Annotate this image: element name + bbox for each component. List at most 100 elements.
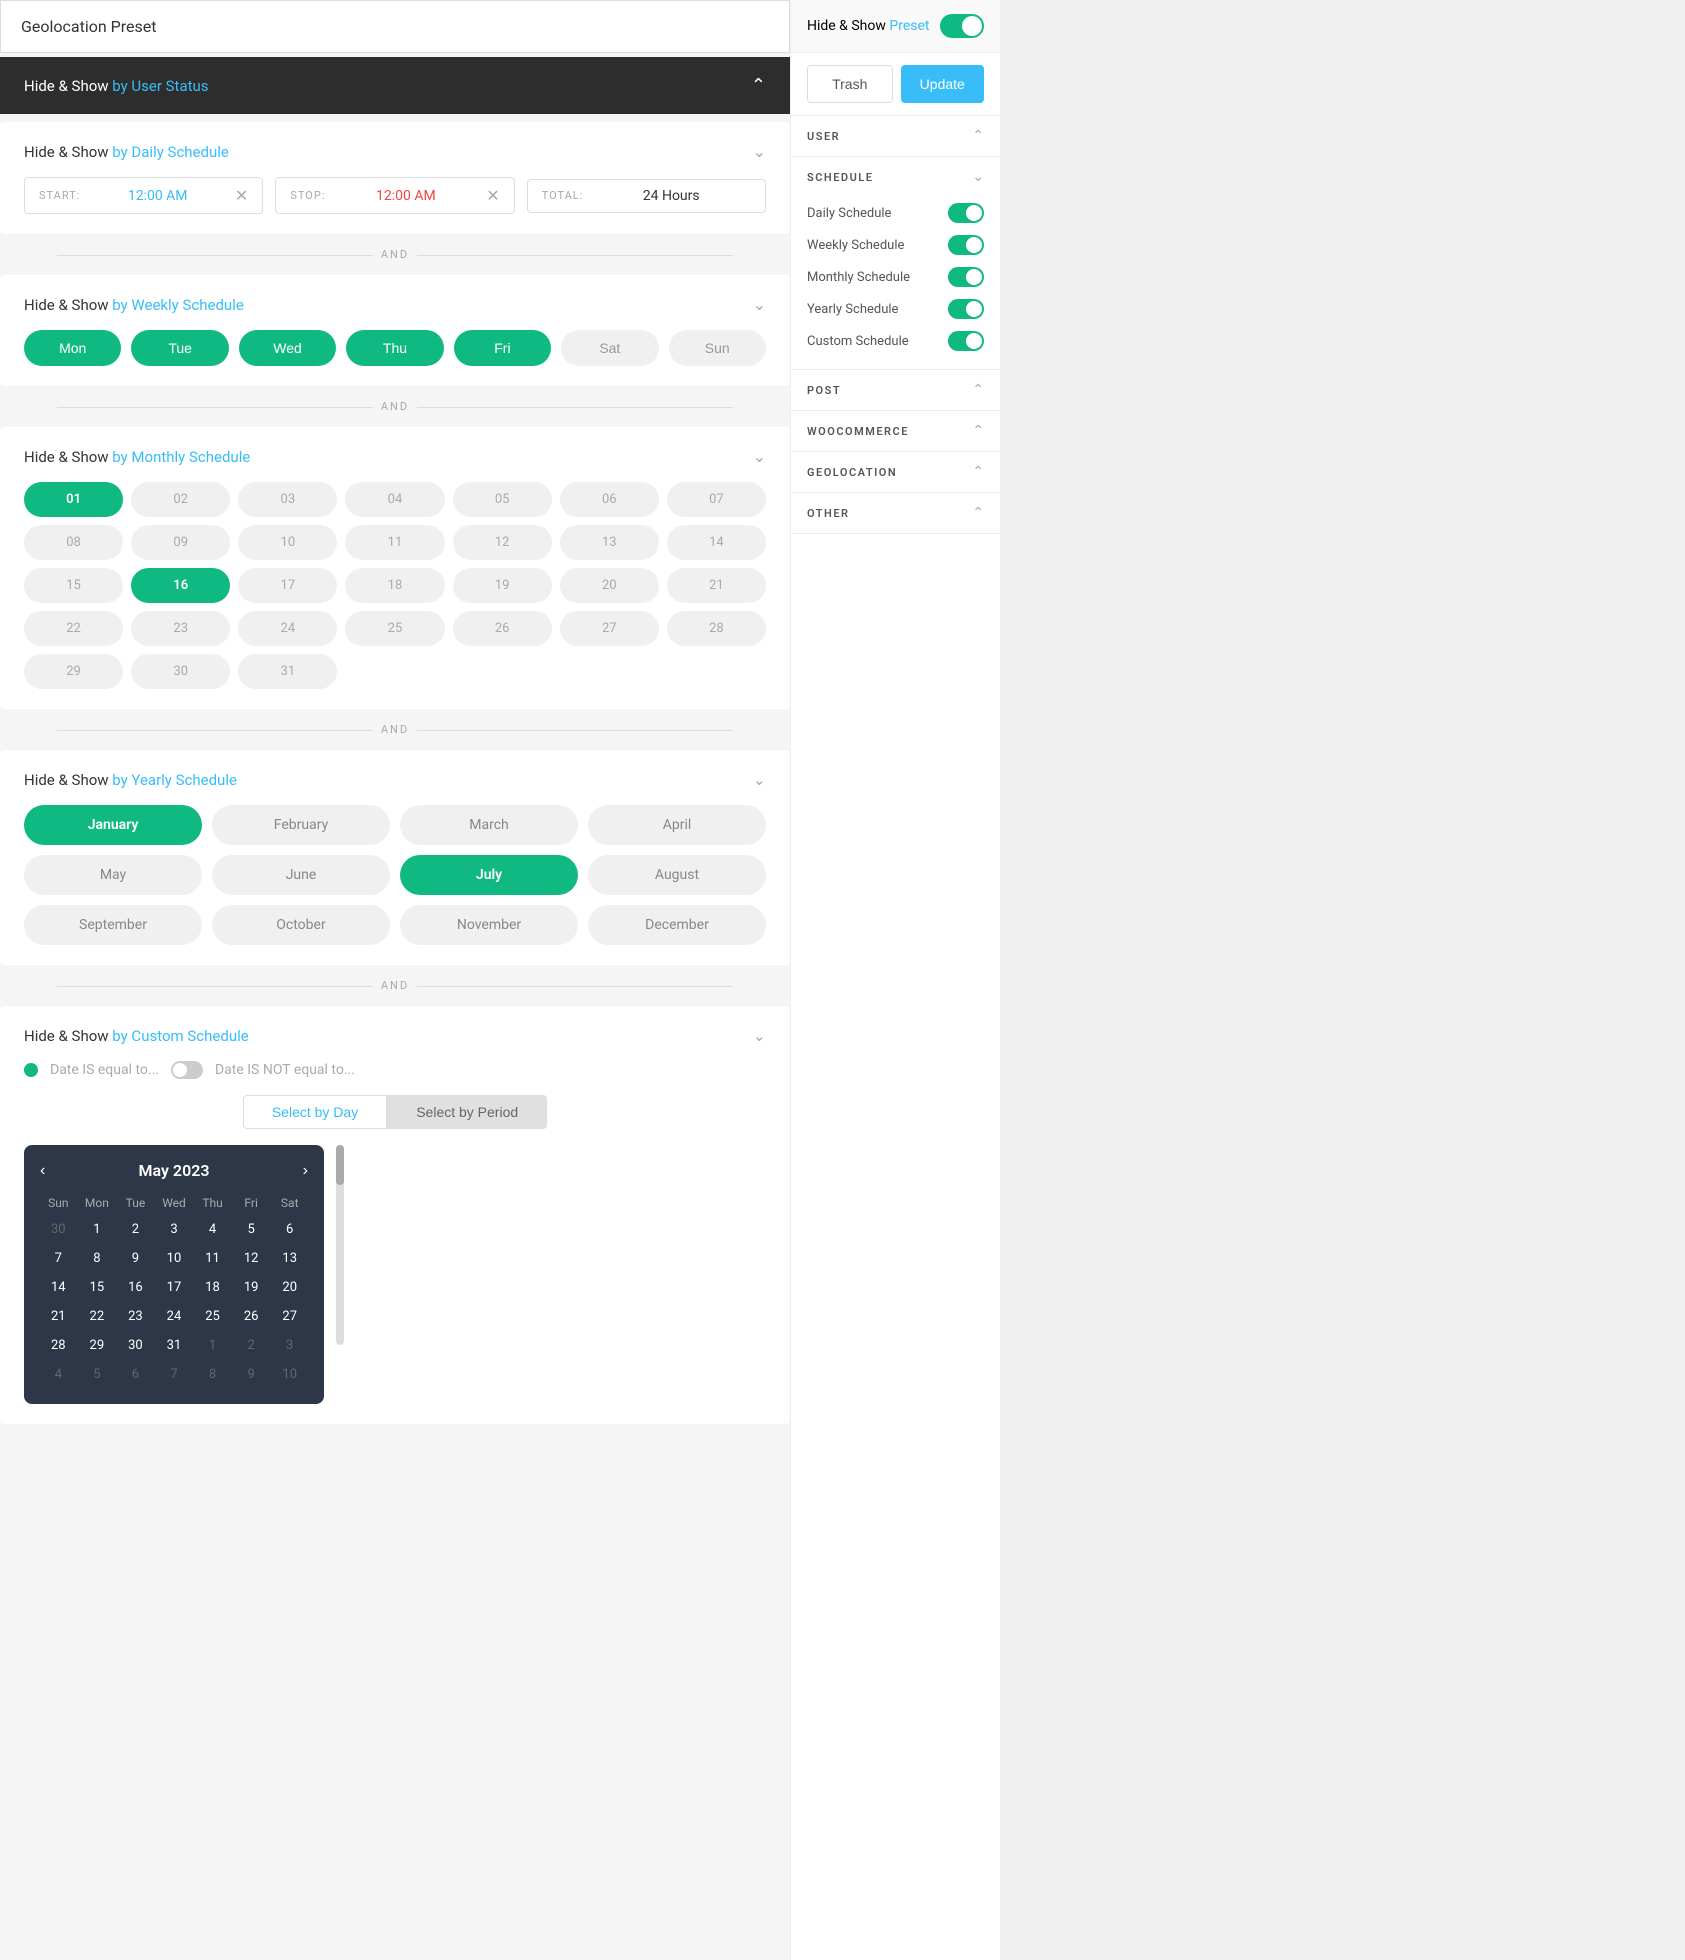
year-month-january[interactable]: January (24, 805, 202, 845)
cal-day-4-1[interactable]: 29 (79, 1332, 116, 1359)
week-btn-tue[interactable]: Tue (131, 330, 228, 366)
month-day-21[interactable]: 21 (667, 568, 766, 603)
cal-day-5-1[interactable]: 5 (79, 1361, 116, 1388)
month-day-13[interactable]: 13 (560, 525, 659, 560)
cal-day-0-0[interactable]: 30 (40, 1216, 77, 1243)
month-day-07[interactable]: 07 (667, 482, 766, 517)
cal-day-5-3[interactable]: 7 (156, 1361, 193, 1388)
cal-day-2-6[interactable]: 20 (271, 1274, 308, 1301)
cal-day-2-1[interactable]: 15 (79, 1274, 116, 1301)
month-day-14[interactable]: 14 (667, 525, 766, 560)
user-status-bar[interactable]: Hide & Show by User Status ⌃ (0, 57, 790, 114)
cal-day-4-0[interactable]: 28 (40, 1332, 77, 1359)
week-btn-thu[interactable]: Thu (346, 330, 443, 366)
year-month-march[interactable]: March (400, 805, 578, 845)
other-section-header[interactable]: OTHER ⌃ (791, 493, 1000, 533)
update-button[interactable]: Update (901, 65, 985, 103)
stop-clear-icon[interactable]: ✕ (486, 186, 499, 205)
cal-day-4-6[interactable]: 3 (271, 1332, 308, 1359)
month-day-15[interactable]: 15 (24, 568, 123, 603)
cal-day-3-4[interactable]: 25 (194, 1303, 231, 1330)
month-day-28[interactable]: 28 (667, 611, 766, 646)
cal-day-1-2[interactable]: 9 (117, 1245, 154, 1272)
month-day-30[interactable]: 30 (131, 654, 230, 689)
month-day-23[interactable]: 23 (131, 611, 230, 646)
year-month-october[interactable]: October (212, 905, 390, 945)
week-btn-wed[interactable]: Wed (239, 330, 336, 366)
month-day-09[interactable]: 09 (131, 525, 230, 560)
month-day-24[interactable]: 24 (238, 611, 337, 646)
cal-day-0-2[interactable]: 2 (117, 1216, 154, 1243)
cal-day-2-3[interactable]: 17 (156, 1274, 193, 1301)
cal-day-2-5[interactable]: 19 (233, 1274, 270, 1301)
month-day-26[interactable]: 26 (453, 611, 552, 646)
schedule-section-header[interactable]: SCHEDULE ⌄ (791, 157, 1000, 197)
cal-day-1-1[interactable]: 8 (79, 1245, 116, 1272)
cal-day-1-5[interactable]: 12 (233, 1245, 270, 1272)
month-day-06[interactable]: 06 (560, 482, 659, 517)
week-btn-sat[interactable]: Sat (561, 330, 658, 366)
month-day-01[interactable]: 01 (24, 482, 123, 517)
month-day-16[interactable]: 16 (131, 568, 230, 603)
cal-day-1-6[interactable]: 13 (271, 1245, 308, 1272)
monthly-schedule-chevron[interactable]: ⌄ (753, 447, 766, 466)
calendar-scrollbar[interactable] (336, 1145, 344, 1345)
month-day-31[interactable]: 31 (238, 654, 337, 689)
cal-day-0-5[interactable]: 5 (233, 1216, 270, 1243)
schedule-item-toggle[interactable] (948, 299, 984, 319)
start-time-field[interactable]: START: 12:00 AM ✕ (24, 177, 263, 214)
month-day-18[interactable]: 18 (345, 568, 444, 603)
month-day-10[interactable]: 10 (238, 525, 337, 560)
month-day-19[interactable]: 19 (453, 568, 552, 603)
cal-day-0-1[interactable]: 1 (79, 1216, 116, 1243)
geolocation-section-header[interactable]: GEOLOCATION ⌃ (791, 452, 1000, 492)
schedule-item-toggle[interactable] (948, 235, 984, 255)
cal-day-2-2[interactable]: 16 (117, 1274, 154, 1301)
cal-day-1-3[interactable]: 10 (156, 1245, 193, 1272)
month-day-27[interactable]: 27 (560, 611, 659, 646)
week-btn-mon[interactable]: Mon (24, 330, 121, 366)
cal-day-1-4[interactable]: 11 (194, 1245, 231, 1272)
week-btn-sun[interactable]: Sun (669, 330, 766, 366)
month-day-29[interactable]: 29 (24, 654, 123, 689)
month-day-20[interactable]: 20 (560, 568, 659, 603)
cal-day-0-6[interactable]: 6 (271, 1216, 308, 1243)
year-month-july[interactable]: July (400, 855, 578, 895)
cal-day-5-4[interactable]: 8 (194, 1361, 231, 1388)
cal-day-4-5[interactable]: 2 (233, 1332, 270, 1359)
year-month-june[interactable]: June (212, 855, 390, 895)
cal-day-0-3[interactable]: 3 (156, 1216, 193, 1243)
woocommerce-section-header[interactable]: WOOCOMMERCE ⌃ (791, 411, 1000, 451)
schedule-item-toggle[interactable] (948, 267, 984, 287)
year-month-november[interactable]: November (400, 905, 578, 945)
month-day-17[interactable]: 17 (238, 568, 337, 603)
schedule-item-toggle[interactable] (948, 331, 984, 351)
month-day-02[interactable]: 02 (131, 482, 230, 517)
month-day-12[interactable]: 12 (453, 525, 552, 560)
preset-toggle[interactable] (940, 14, 984, 38)
trash-button[interactable]: Trash (807, 65, 893, 103)
cal-day-4-4[interactable]: 1 (194, 1332, 231, 1359)
custom-schedule-chevron[interactable]: ⌄ (753, 1026, 766, 1045)
preset-title[interactable]: Geolocation Preset (21, 17, 156, 36)
week-btn-fri[interactable]: Fri (454, 330, 551, 366)
post-section-header[interactable]: POST ⌃ (791, 370, 1000, 410)
select-by-period-btn[interactable]: Select by Period (387, 1095, 547, 1129)
cal-day-5-5[interactable]: 9 (233, 1361, 270, 1388)
calendar-prev-btn[interactable]: ‹ (40, 1162, 45, 1180)
schedule-item-toggle[interactable] (948, 203, 984, 223)
user-status-chevron-up[interactable]: ⌃ (751, 75, 766, 96)
cal-day-3-5[interactable]: 26 (233, 1303, 270, 1330)
month-day-22[interactable]: 22 (24, 611, 123, 646)
year-month-february[interactable]: February (212, 805, 390, 845)
user-section-header[interactable]: USER ⌃ (791, 116, 1000, 156)
month-day-25[interactable]: 25 (345, 611, 444, 646)
month-day-03[interactable]: 03 (238, 482, 337, 517)
month-day-08[interactable]: 08 (24, 525, 123, 560)
year-month-september[interactable]: September (24, 905, 202, 945)
cal-day-4-2[interactable]: 30 (117, 1332, 154, 1359)
year-month-december[interactable]: December (588, 905, 766, 945)
month-day-04[interactable]: 04 (345, 482, 444, 517)
start-clear-icon[interactable]: ✕ (235, 186, 248, 205)
cal-day-5-6[interactable]: 10 (271, 1361, 308, 1388)
